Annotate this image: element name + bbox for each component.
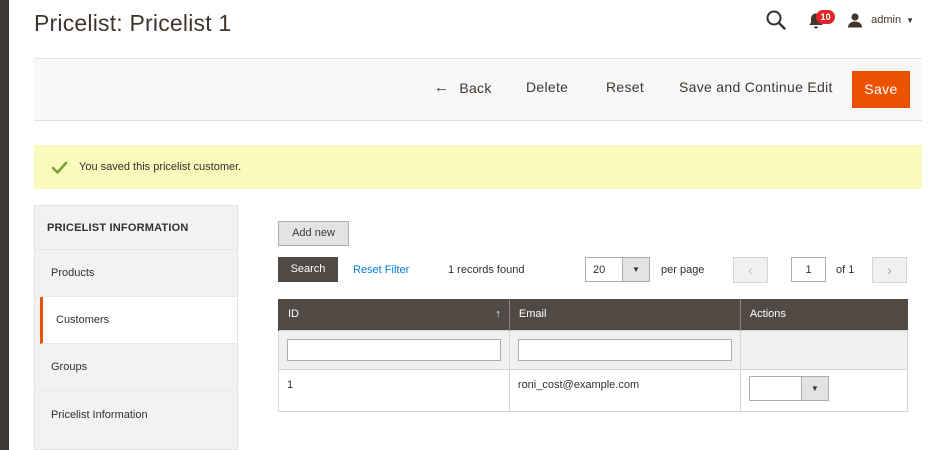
- chevron-left-icon: ‹: [748, 262, 753, 278]
- save-and-continue-button[interactable]: Save and Continue Edit: [679, 79, 833, 95]
- chevron-down-icon[interactable]: ▼: [622, 258, 649, 281]
- page-number-input[interactable]: [791, 257, 826, 282]
- back-label: Back: [459, 79, 492, 96]
- chevron-right-icon: ›: [887, 262, 892, 278]
- filter-cell-id: [278, 329, 510, 370]
- user-name: admin: [871, 14, 902, 26]
- chevron-down-icon: ▼: [906, 15, 914, 25]
- id-filter-input[interactable]: [287, 338, 501, 361]
- page-total-label: of 1: [836, 264, 855, 276]
- previous-page-button[interactable]: ‹: [733, 257, 768, 283]
- message-text: You saved this pricelist customer.: [79, 161, 242, 173]
- sidebar-item-label: Pricelist Information: [51, 408, 148, 421]
- column-header-label: ID: [288, 308, 299, 321]
- column-header-label: Actions: [749, 308, 786, 321]
- column-header-label: Email: [518, 308, 547, 321]
- per-page-value: 20: [593, 264, 606, 276]
- filter-cell-email: [508, 329, 741, 370]
- back-button[interactable]: ← Back: [434, 79, 492, 96]
- chevron-down-icon[interactable]: ▼: [800, 376, 828, 400]
- save-button[interactable]: Save: [852, 71, 910, 108]
- sidebar-item-label: Customers: [56, 314, 110, 326]
- search-icon[interactable]: [765, 9, 787, 31]
- page-actions-bar: ← Back Delete Reset Save and Continue Ed…: [34, 58, 922, 121]
- column-header-email[interactable]: Email: [508, 299, 741, 330]
- reset-filter-link[interactable]: Reset Filter: [353, 264, 409, 276]
- next-page-button[interactable]: ›: [872, 257, 907, 283]
- cell-id: 1: [278, 368, 510, 412]
- sidebar-item-pricelist-information[interactable]: Pricelist Information: [35, 391, 237, 438]
- arrow-left-icon: ←: [434, 79, 450, 96]
- user-menu[interactable]: admin ▼: [847, 12, 914, 28]
- left-edge-strip: [0, 0, 9, 450]
- sort-ascending-icon: ↑: [495, 308, 501, 320]
- add-new-button[interactable]: Add new: [278, 221, 349, 246]
- pricelist-tabs-sidebar: PRICELIST INFORMATION Products Customers…: [34, 205, 238, 450]
- notifications-button[interactable]: 10: [807, 9, 836, 31]
- table-header-row: ID ↑ Email Actions: [278, 299, 908, 330]
- per-page-select[interactable]: 20 ▼: [585, 257, 650, 282]
- records-found-count: 1 records found: [448, 264, 525, 276]
- column-header-actions: Actions: [739, 299, 908, 330]
- row-action-select[interactable]: ▼: [748, 375, 829, 401]
- sidebar-item-label: Groups: [51, 361, 88, 373]
- sidebar-item-groups[interactable]: Groups: [35, 344, 237, 391]
- search-button[interactable]: Search: [278, 257, 338, 282]
- column-header-id[interactable]: ID ↑: [278, 299, 510, 330]
- user-icon: [847, 12, 863, 28]
- per-page-label: per page: [661, 264, 705, 276]
- header-actions: 10 admin ▼: [765, 8, 914, 32]
- cell-email: roni_cost@example.com: [508, 368, 741, 412]
- checkmark-icon: [51, 161, 68, 174]
- customers-table: ID ↑ Email Actions 1 roni_cost@example.c…: [278, 299, 909, 412]
- filter-row: [278, 329, 909, 370]
- success-message: You saved this pricelist customer.: [34, 145, 922, 189]
- table-row[interactable]: 1 roni_cost@example.com ▼: [278, 368, 909, 412]
- sidebar-title: PRICELIST INFORMATION: [35, 206, 237, 250]
- sidebar-item-label: Products: [51, 267, 95, 279]
- delete-button[interactable]: Delete: [526, 79, 568, 95]
- sidebar-item-products[interactable]: Products: [35, 250, 237, 297]
- sidebar-item-customers[interactable]: Customers: [40, 297, 237, 344]
- email-filter-input[interactable]: [517, 338, 732, 361]
- filter-cell-actions: [739, 329, 909, 370]
- notification-count-badge: 10: [816, 10, 836, 24]
- reset-button[interactable]: Reset: [606, 79, 644, 95]
- page-title: Pricelist: Pricelist 1: [34, 10, 232, 36]
- cell-actions: ▼: [739, 368, 909, 412]
